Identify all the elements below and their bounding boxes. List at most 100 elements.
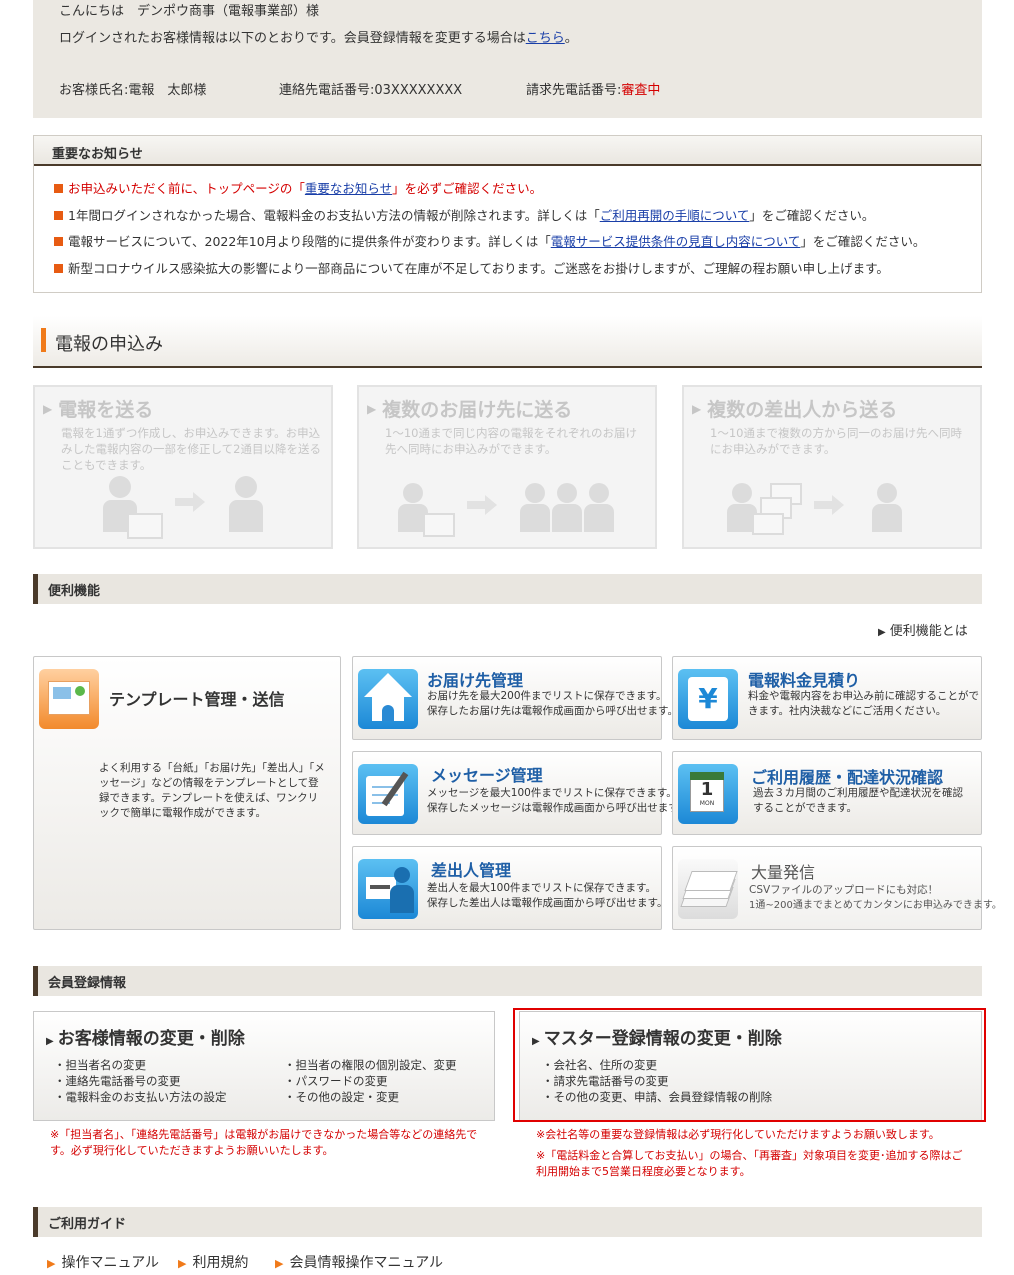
sender-icon: [358, 859, 418, 919]
card-title: ご利用履歴・配達状況確認: [751, 768, 944, 787]
notice-item: 1年間ログインされなかった場合、電報料金のお支払い方法の情報が削除されます。詳し…: [54, 203, 961, 230]
card-description: することができます。: [753, 802, 857, 814]
notice-link[interactable]: ご利用再開の手順について: [600, 208, 750, 223]
card-title: 複数の差出人から送る: [707, 399, 898, 421]
recipient-management-card[interactable]: お届け先管理 お届け先を最大200件までリストに保存できます。 保存したお届け先…: [352, 656, 678, 740]
envelope-icon: [127, 513, 163, 539]
bullet-square-icon: [54, 210, 63, 220]
arrow-right-icon: [193, 492, 205, 512]
important-notice: 重要なお知らせ お申込みいただく前に、トップページの「重要なお知らせ」を必ずご確…: [33, 135, 982, 293]
card-title: 複数のお届け先に送る: [382, 399, 573, 421]
notice-item: 電報サービスについて、2022年10月より段階的に提供条件が変わります。詳しくは…: [54, 229, 961, 256]
send-multiple-senders-card[interactable]: ▶ 複数の差出人から送る 1～10通まで複数の方から同一のお届け先へ同時にお申込み…: [682, 385, 982, 549]
person-icon: [589, 483, 609, 503]
notice-link[interactable]: 重要なお知らせ: [305, 181, 392, 196]
card-description: 過去３カ月間のご利用履歴や配達状況を確認: [753, 787, 963, 799]
yen-icon: ¥: [678, 669, 738, 729]
card-description: きます。社内決裁などにご活用ください。: [748, 705, 947, 717]
card-description: お届け先を最大200件までリストに保存できます。: [427, 690, 667, 702]
customer-item[interactable]: ・連絡先電話番号の変更: [54, 1073, 181, 1089]
guide-link-manual[interactable]: ▶ 操作マニュアル: [47, 1252, 159, 1272]
bulk-send-card[interactable]: 大量発信 CSVファイルのアップロードにも対応！ 1通~200通までまとめてカン…: [672, 846, 1002, 930]
billing-phone: 請求先電話番号:審査中: [526, 83, 661, 98]
card-description: よく利用する「台紙」「お届け先」「差出人」「メッセージ」などの情報をテンプレート…: [99, 762, 325, 819]
card-description: 保存したメッセージは電報作成画面から呼び出せます。: [427, 802, 689, 814]
history-delivery-card[interactable]: 1 MON ご利用履歴・配達状況確認 過去３カ月間のご利用履歴や配達状況を確認 …: [672, 751, 982, 835]
person-icon: [877, 483, 897, 503]
triangle-right-icon: ▶: [692, 402, 702, 416]
customer-item[interactable]: ・電報料金のお支払い方法の設定: [54, 1089, 227, 1105]
fee-estimate-card[interactable]: ¥ 電報料金見積り 料金や電報内容をお申込み前に確認することがで きます。社内決…: [672, 656, 982, 740]
notice-list: お申込みいただく前に、トップページの「重要なお知らせ」を必ずご確認ください。 1…: [34, 166, 981, 282]
card-title: テンプレート管理・送信: [109, 690, 285, 709]
sender-management-card[interactable]: 差出人管理 差出人を最大100件までリストに保存できます。 保存した差出人は電報…: [352, 846, 667, 930]
triangle-right-icon: ▶: [43, 402, 53, 416]
envelope-icon: [423, 513, 455, 537]
triangle-right-icon: ▶: [275, 1257, 284, 1270]
card-title: 電報を送る: [58, 399, 154, 421]
features-about-link[interactable]: ▶ 便利機能とは: [878, 620, 968, 639]
card-description: 差出人を最大100件までリストに保存できます。: [427, 882, 656, 894]
card-title: お届け先管理: [427, 671, 524, 690]
card-description: メッセージを最大100件までリストに保存できます。: [427, 787, 677, 799]
card-title: 電報料金見積り: [748, 671, 861, 690]
person-icon: [403, 483, 423, 503]
apply-title: 電報の申込み: [55, 334, 163, 355]
welcome-panel: こんにちは デンポウ商事（電報事業部）様 ログインされたお客様情報は以下のとおり…: [33, 0, 982, 118]
triangle-right-icon: ▶: [367, 402, 377, 416]
card-description: 1～10通まで複数の方から同一のお届け先へ同時にお申込みができます。: [710, 426, 962, 456]
person-icon: [235, 476, 257, 498]
customer-info-box[interactable]: ▶ お客様情報の変更・削除 ・担当者名の変更 ・連絡先電話番号の変更 ・電報料金の…: [33, 1011, 495, 1121]
accent-bar: [41, 328, 46, 352]
greeting-text: こんにちは デンポウ商事（電報事業部）様: [59, 4, 320, 19]
card-description: CSVファイルのアップロードにも対応！: [749, 884, 939, 896]
template-icon: [39, 669, 99, 729]
card-title: 大量発信: [751, 863, 816, 882]
customer-item[interactable]: ・パスワードの変更: [284, 1073, 388, 1089]
customer-item[interactable]: ・担当者名の変更: [54, 1057, 146, 1073]
notice-item: お申込みいただく前に、トップページの「重要なお知らせ」を必ずご確認ください。: [54, 176, 961, 203]
house-icon: [358, 669, 418, 729]
paper-stack-icon: [678, 859, 738, 919]
card-title: 差出人管理: [431, 861, 512, 880]
message-management-card[interactable]: メッセージ管理 メッセージを最大100件までリストに保存できます。 保存したメッ…: [352, 751, 688, 835]
customer-note: ※「担当者名」、「連絡先電話番号」は電報がお届けできなかった場合等などの連絡先で…: [50, 1128, 478, 1157]
person-icon: [732, 483, 752, 503]
guide-link-terms[interactable]: ▶ 利用規約: [178, 1252, 248, 1272]
calendar-icon: 1 MON: [678, 764, 738, 824]
bullet-square-icon: [54, 237, 63, 246]
card-description: 1～10通まで同じ内容の電報をそれぞれのお届け先へ同時にお申込みができます。: [385, 426, 637, 456]
card-description: 保存したお届け先は電報作成画面から呼び出せます。: [427, 705, 678, 717]
billing-status: 審査中: [621, 83, 661, 98]
triangle-right-icon: ▶: [46, 1036, 54, 1047]
triangle-right-icon: ▶: [47, 1257, 56, 1270]
person-icon: [109, 476, 131, 498]
master-note-1: ※会社名等の重要な登録情報は必ず現行化していただけますようお願い致します。: [536, 1128, 940, 1141]
card-description: 1通~200通までまとめてカンタンにお申込みできます。: [749, 900, 1002, 911]
highlight-frame: [513, 1008, 986, 1122]
card-description: 料金や電報内容をお申込み前に確認することがで: [748, 690, 979, 702]
member-section-header: 会員登録情報: [33, 966, 982, 996]
bullet-square-icon: [54, 184, 63, 193]
arrow-right-icon: [832, 495, 844, 515]
card-description: 電報を1通ずつ作成し、お申込みできます。お申込みした電報内容の一部を修正して2通…: [61, 426, 321, 472]
arrow-right-icon: [485, 495, 497, 515]
guide-link-member-manual[interactable]: ▶ 会員情報操作マニュアル: [275, 1252, 443, 1272]
notice-link[interactable]: 電報サービス提供条件の見直し内容について: [551, 234, 801, 249]
apply-section-header: 電報の申込み: [33, 316, 982, 368]
person-icon: [557, 483, 577, 503]
person-icon: [525, 483, 545, 503]
contact-phone: 連絡先電話番号:03XXXXXXXX: [279, 83, 463, 98]
customer-item[interactable]: ・その他の設定・変更: [284, 1089, 399, 1105]
send-multiple-recipients-card[interactable]: ▶ 複数のお届け先に送る 1～10通まで同じ内容の電報をそれぞれのお届け先へ同時に…: [357, 385, 657, 549]
card-title: メッセージ管理: [431, 766, 543, 785]
box-title: お客様情報の変更・削除: [57, 1029, 245, 1049]
triangle-right-icon: ▶: [878, 627, 886, 638]
change-info-link[interactable]: こちら: [526, 31, 565, 46]
template-card[interactable]: テンプレート管理・送信 よく利用する「台紙」「お届け先」「差出人」「メッセージ」…: [33, 656, 341, 930]
send-single-card[interactable]: ▶ 電報を送る 電報を1通ずつ作成し、お申込みできます。お申込みした電報内容の一部…: [33, 385, 333, 549]
master-note-2: ※「電話料金と合算してお支払い」の場合、「再審査」対象項目を変更･追加する際はご…: [536, 1149, 963, 1178]
customer-item[interactable]: ・担当者の権限の個別設定、変更: [284, 1057, 457, 1073]
pencil-note-icon: [358, 764, 418, 824]
notice-item: 新型コロナウイルス感染拡大の影響により一部商品について在庫が不足しております。ご…: [54, 256, 961, 283]
